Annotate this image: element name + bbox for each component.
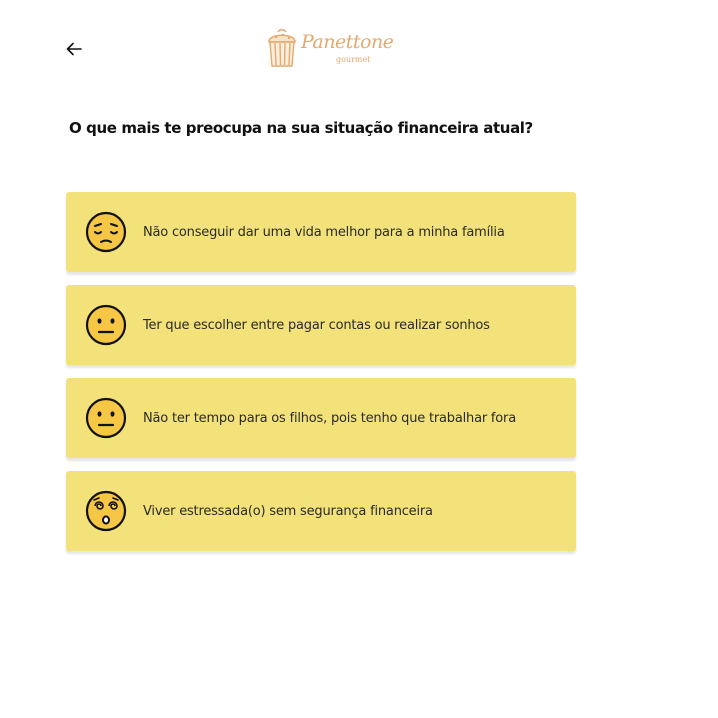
option-3[interactable]: Não ter tempo para os filhos, pois tenho… [66,378,576,458]
logo-subtitle: gourmet [336,55,371,64]
question-title: O que mais te preocupa na sua situação f… [69,119,533,137]
option-label: Viver estressada(o) sem segurança financ… [143,503,433,519]
quiz-page: Panettone gourmet O que mais te preocupa… [0,0,718,718]
brand-logo: Panettone gourmet [262,27,394,71]
option-label: Não conseguir dar uma vida melhor para a… [143,224,505,240]
option-2[interactable]: Ter que escolher entre pagar contas ou r… [66,285,576,365]
pensive-face-icon [85,211,127,253]
dizzy-face-icon [85,490,127,532]
option-label: Não ter tempo para os filhos, pois tenho… [143,410,516,426]
options-list: Não conseguir dar uma vida melhor para a… [66,192,576,564]
neutral-face-icon [85,397,127,439]
option-label: Ter que escolher entre pagar contas ou r… [143,317,490,333]
logo-text: Panettone [301,31,394,53]
back-button[interactable] [62,38,86,60]
option-4[interactable]: Viver estressada(o) sem segurança financ… [66,471,576,551]
panettone-cake-icon [268,29,296,67]
arrow-left-icon [66,42,82,56]
neutral-face-icon [85,304,127,346]
option-1[interactable]: Não conseguir dar uma vida melhor para a… [66,192,576,272]
